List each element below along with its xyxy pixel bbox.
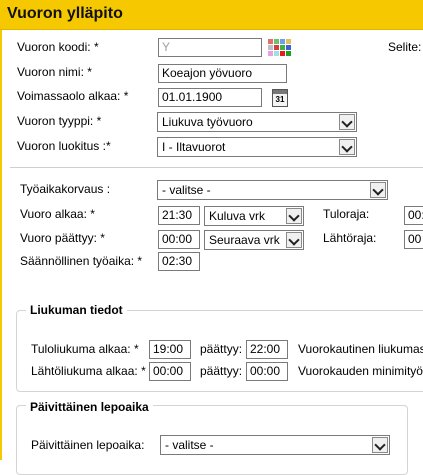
chevron-down-icon[interactable] [339, 139, 355, 155]
lahtoraja-label: Lähtöraja: [323, 231, 377, 245]
lepoaika-select[interactable]: - valitse - [160, 435, 390, 455]
lepoaika-label: Päivittäinen lepoaika: [31, 438, 145, 452]
chevron-down-icon[interactable] [286, 208, 302, 224]
tuloliukuma-label: Tuloliukuma alkaa: * [31, 342, 139, 356]
chevron-down-icon[interactable] [339, 114, 355, 130]
selite-label: Selite: [388, 40, 422, 54]
koodi-label: Vuoron koodi: * [17, 40, 99, 54]
korvaus-select[interactable]: - valitse - [157, 180, 388, 200]
tyyppi-label: Vuoron tyyppi: * [17, 114, 102, 128]
lahtoliukuma-paattyy-input[interactable]: 00:00 [246, 362, 288, 381]
voimassa-input[interactable]: 01.01.1900 [158, 88, 262, 107]
lepoaika-legend: Päivittäinen lepoaika [26, 400, 153, 414]
korvaus-select-value: - valitse - [162, 183, 211, 197]
tuloraja-label: Tuloraja: [323, 207, 370, 221]
tulo-paattyy-label: päättyy: [200, 342, 243, 356]
chevron-down-icon[interactable] [286, 232, 302, 248]
alkaa-time-input[interactable]: 21:30 [158, 206, 200, 225]
luokitus-label: Vuoron luokitus :* [17, 139, 111, 153]
lahtoliukuma-label: Lähtöliukuma alkaa: * [31, 364, 146, 378]
left-border [0, 30, 2, 460]
calendar-icon[interactable]: 31 [272, 89, 288, 107]
page-title: Vuoron ylläpito [7, 5, 123, 22]
saannollinen-input[interactable]: 02:30 [158, 252, 200, 271]
lahtoliukuma-alkaa-input[interactable]: 00:00 [149, 362, 191, 381]
chevron-down-icon[interactable] [370, 182, 386, 198]
paattyy-time-input[interactable]: 00:00 [158, 230, 200, 249]
korvaus-label: Työaikakorvaus : [20, 182, 111, 196]
tuloliukuma-alkaa-input[interactable]: 19:00 [149, 340, 191, 359]
alkaa-day-value: Kuluva vrk [209, 209, 266, 223]
luokitus-select[interactable]: I - Iltavuorot [157, 137, 357, 157]
nimi-input[interactable]: Koeajon yövuoro [158, 64, 287, 83]
luokitus-select-value: I - Iltavuorot [162, 140, 226, 154]
lahtoraja-input[interactable]: 00 [404, 230, 423, 249]
nimi-label: Vuoron nimi: * [17, 65, 92, 79]
paattyy-label: Vuoro päättyy: * [20, 231, 105, 245]
lahto-paattyy-label: päättyy: [200, 364, 243, 378]
liukuma-legend: Liukuman tiedot [26, 303, 127, 317]
alkaa-day-select[interactable]: Kuluva vrk [204, 206, 304, 226]
chevron-down-icon[interactable] [372, 437, 388, 453]
alkaa-label: Vuoro alkaa: * [20, 207, 95, 221]
tuloraja-input[interactable]: 00: [404, 206, 423, 225]
voimassa-label: Voimassaolo alkaa: * [17, 89, 129, 103]
saannollinen-label: Säännöllinen työaika: * [20, 254, 143, 268]
color-picker-icon[interactable] [268, 39, 291, 56]
title-bar: Vuoron ylläpito [0, 0, 423, 30]
divider [10, 167, 423, 168]
vuorokautinen-liukuma-label: Vuorokautinen liukumas [298, 342, 423, 356]
koodi-input[interactable]: Y [158, 38, 262, 57]
lepoaika-select-value: - valitse - [165, 438, 214, 452]
tyyppi-select[interactable]: Liukuva työvuoro [157, 112, 357, 132]
tyyppi-select-value: Liukuva työvuoro [162, 115, 253, 129]
tuloliukuma-paattyy-input[interactable]: 22:00 [246, 340, 288, 359]
paattyy-day-value: Seuraava vrk [209, 233, 280, 247]
paattyy-day-select[interactable]: Seuraava vrk [204, 230, 304, 250]
minimityo-label: Vuorokauden minimityö [298, 364, 423, 378]
